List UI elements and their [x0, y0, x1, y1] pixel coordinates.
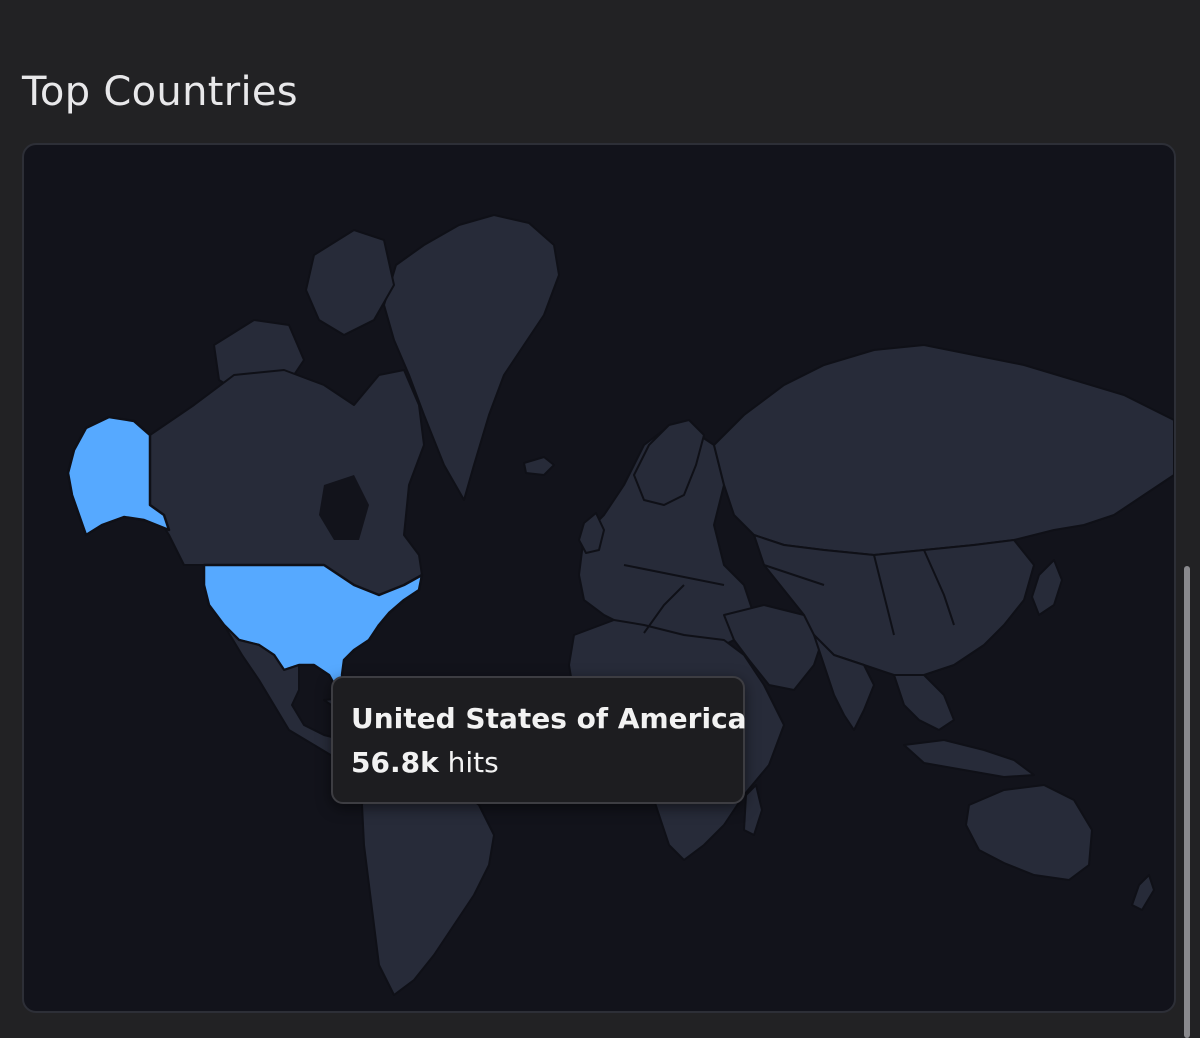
tooltip-hits-unit: hits [447, 746, 499, 779]
tooltip-hits-line: 56.8k hits [351, 740, 725, 786]
country-australia[interactable] [965, 784, 1093, 881]
country-japan[interactable] [1031, 559, 1063, 616]
map-tooltip: United States of America 56.8k hits [331, 676, 747, 804]
country-iceland[interactable] [523, 456, 555, 476]
country-russia[interactable] [713, 344, 1174, 556]
country-canada-islands[interactable] [305, 229, 395, 336]
page-scrollbar-thumb[interactable] [1184, 566, 1190, 1038]
world-map[interactable] [24, 145, 1174, 1011]
tooltip-hits-value: 56.8k [351, 746, 439, 779]
page: Top Countries United States of America 5… [0, 0, 1200, 1038]
section-title: Top Countries [22, 69, 298, 115]
tooltip-country-name: United States of America [351, 702, 747, 735]
country-new-zealand[interactable] [1131, 874, 1155, 911]
region-indonesia[interactable] [903, 739, 1035, 778]
country-canada[interactable] [149, 369, 425, 596]
region-southeast-asia[interactable] [893, 674, 955, 731]
world-map-card: United States of America 56.8k hits [22, 143, 1176, 1013]
